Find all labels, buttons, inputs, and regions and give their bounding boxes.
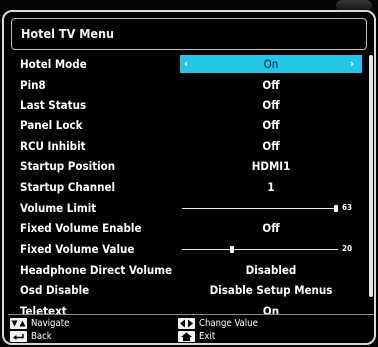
menu-row-startup-position[interactable]: Startup Position HDMI1 [4,156,366,176]
row-value: On [263,57,279,71]
scrollbar[interactable] [369,55,373,297]
row-label: Panel Lock [20,118,83,132]
exit-label: Exit [199,331,216,342]
back-icon [10,331,27,342]
row-value: Disable Setup Menus [209,283,333,297]
fixed-volume-slider[interactable] [182,249,338,250]
navigate-keys-icon [10,318,27,329]
row-label: Hotel Mode [20,57,87,71]
row-value: Off [262,78,280,92]
slider-value: 20 [342,244,353,253]
row-value: Off [262,221,280,235]
row-value: Off [262,118,280,132]
menu-row-panel-lock[interactable]: Panel Lock Off [4,115,366,135]
arrow-right-icon[interactable]: › [350,57,354,70]
row-value: On [262,304,280,318]
row-label: Startup Channel [20,180,116,194]
row-label: Volume Limit [20,201,97,215]
menu-row-rcu-inhibit[interactable]: RCU Inhibit Off [4,136,366,156]
row-value: HDMI1 [251,159,291,173]
menu-row-headphone-direct-volume[interactable]: Headphone Direct Volume Disabled [4,260,366,280]
row-label: Fixed Volume Value [20,242,135,256]
home-icon [178,331,195,342]
row-label: Startup Position [20,159,116,173]
navigate-label: Navigate [31,318,70,329]
menu-row-volume-limit[interactable]: Volume Limit 63 [4,198,366,218]
back-label: Back [31,331,52,342]
tv-screen: Hotel TV Menu Hotel Mode ‹ On › Pin8 Off… [0,0,378,347]
row-label: Last Status [20,98,87,112]
slider-value: 63 [342,203,353,212]
menu-row-hotel-mode[interactable]: Hotel Mode ‹ On › [4,54,366,74]
row-value: Disabled [245,263,297,277]
row-label: Pin8 [20,78,46,92]
change-value-label: Change Value [199,318,258,329]
menu-row-last-status[interactable]: Last Status Off [4,95,366,115]
menu-row-pin8[interactable]: Pin8 Off [4,75,366,95]
row-value: Off [262,139,280,153]
slider-thumb[interactable] [229,246,234,253]
menu-title-bar: Hotel TV Menu [11,18,367,50]
row-label: Headphone Direct Volume [20,263,173,277]
row-label: Osd Disable [20,283,90,297]
footer-divider [8,314,374,315]
left-right-keys-icon [178,318,195,329]
row-label: Fixed Volume Enable [20,221,142,235]
menu-row-fixed-volume-enable[interactable]: Fixed Volume Enable Off [4,218,366,238]
row-label: Teletext [20,304,67,318]
menu-row-osd-disable[interactable]: Osd Disable Disable Setup Menus [4,280,366,300]
scrollbar-thumb[interactable] [369,55,373,297]
row-label: RCU Inhibit [20,139,86,153]
hotel-tv-menu: Hotel TV Menu Hotel Mode ‹ On › Pin8 Off… [2,10,376,345]
row-value: 1 [267,180,275,194]
volume-limit-slider[interactable] [182,208,338,209]
menu-row-startup-channel[interactable]: Startup Channel 1 [4,177,366,197]
menu-row-fixed-volume-value[interactable]: Fixed Volume Value 20 [4,239,366,259]
slider-thumb[interactable] [334,205,339,212]
row-value: Off [262,98,280,112]
menu-title: Hotel TV Menu [21,26,115,41]
